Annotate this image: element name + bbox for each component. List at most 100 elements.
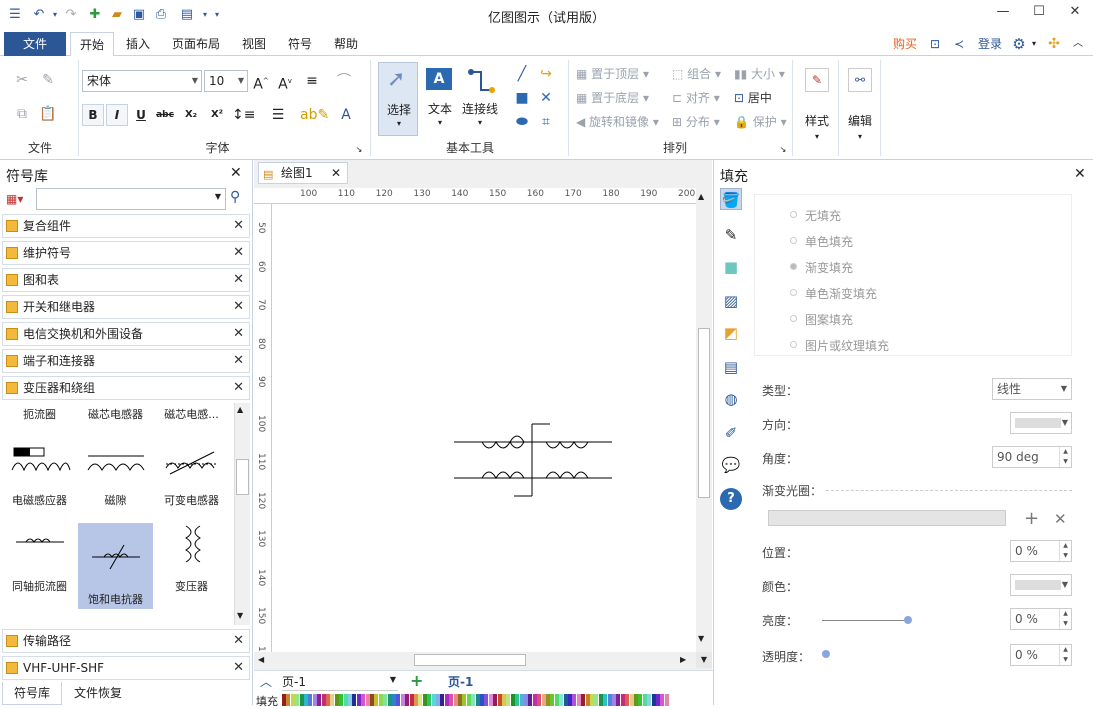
settings-gear-icon[interactable]: ⚙ — [1010, 32, 1028, 56]
color-swatch[interactable] — [427, 694, 432, 706]
color-swatch[interactable] — [546, 694, 550, 706]
color-swatch[interactable] — [607, 694, 612, 706]
gradient-stops-bar[interactable] — [768, 510, 1006, 526]
color-swatch[interactable] — [559, 694, 564, 706]
library-top-6[interactable]: 变压器和绕组 ✕ — [2, 376, 250, 400]
color-swatch[interactable] — [515, 694, 520, 706]
color-swatch[interactable] — [656, 694, 660, 706]
shape-magnetic-core-inductor-2[interactable]: 磁芯电感... — [154, 402, 229, 488]
page-list-icon[interactable]: ▤ — [720, 356, 742, 378]
curve-tool-icon[interactable]: ↪ — [536, 64, 556, 84]
image-icon[interactable]: ▨ — [720, 290, 742, 312]
color-swatch[interactable] — [396, 694, 401, 706]
color-swatch[interactable] — [528, 694, 533, 706]
close-library-icon[interactable]: ✕ — [233, 350, 244, 372]
color-swatch[interactable] — [651, 694, 656, 706]
color-swatch[interactable] — [339, 694, 344, 706]
close-panel-icon[interactable]: ✕ — [1074, 166, 1086, 182]
color-swatch[interactable] — [392, 694, 396, 706]
library-top-4[interactable]: 电信交换机和外围设备 ✕ — [2, 322, 250, 346]
copy-icon[interactable]: ⧉ — [12, 104, 32, 124]
cross-tool-icon[interactable]: ✕ — [536, 88, 556, 108]
scroll-up-icon[interactable]: ▲ — [237, 405, 243, 414]
file-menu-button[interactable]: 文件 — [4, 32, 66, 56]
color-swatch[interactable] — [576, 694, 581, 706]
color-swatch[interactable] — [594, 694, 599, 706]
scrollbar-thumb[interactable] — [414, 654, 526, 666]
color-swatch[interactable] — [449, 694, 454, 706]
color-swatch[interactable] — [418, 694, 423, 706]
settings-dropdown-icon[interactable]: ▾ — [1028, 32, 1040, 56]
collapse-ribbon-icon[interactable]: ︿ — [1068, 32, 1088, 56]
color-swatch[interactable] — [524, 694, 528, 706]
brightness-slider[interactable] — [822, 620, 908, 621]
minimize-icon[interactable]: — — [988, 4, 1018, 24]
protect-button[interactable]: 🔒 保护 ▾ — [734, 112, 787, 132]
rotate-mirror-button[interactable]: ◀ 旋转和镜像 ▾ — [576, 112, 659, 132]
color-swatch[interactable] — [334, 694, 339, 706]
color-swatch[interactable] — [616, 694, 621, 706]
spinner-icon[interactable]: ▲ ▼ — [1059, 447, 1071, 467]
color-swatch[interactable] — [348, 694, 352, 706]
arrange-dialog-launcher-icon[interactable]: ↘ — [778, 140, 788, 160]
horizontal-scrollbar[interactable]: ◀ ▶ — [254, 652, 696, 668]
gradient-type-select[interactable]: 线性 ▼ — [992, 378, 1072, 400]
remove-stop-icon[interactable]: ✕ — [1054, 510, 1067, 528]
close-library-icon[interactable]: ✕ — [233, 269, 244, 291]
app-store-icon[interactable]: ✣ — [1044, 32, 1064, 56]
highlight-icon[interactable]: ab✎ — [300, 105, 329, 125]
vertical-scrollbar[interactable]: ▲ ▼ — [696, 188, 712, 652]
color-swatch[interactable] — [550, 694, 555, 706]
line-spacing-icon[interactable]: ↕≡ — [232, 105, 255, 125]
page-tab[interactable]: 页-1 — [448, 673, 473, 690]
direction-select[interactable]: ▼ — [1010, 412, 1072, 434]
color-swatch[interactable] — [647, 694, 652, 706]
rectangle-tool-icon[interactable]: ■ — [512, 88, 532, 108]
color-swatch[interactable] — [541, 694, 546, 706]
text-tool-button[interactable]: A 文本 ▾ — [422, 62, 458, 136]
shape-variable-inductor[interactable]: 可变电感器 — [154, 488, 229, 574]
color-swatch[interactable] — [493, 694, 498, 706]
library-top-0[interactable]: 复合组件 ✕ — [2, 214, 250, 238]
tab-file-recovery[interactable]: 文件恢复 — [66, 682, 130, 705]
cut-icon[interactable]: ✂ — [12, 70, 32, 90]
library-menu-icon[interactable]: ▦▾ — [6, 192, 23, 206]
search-icon[interactable]: ⚲ — [230, 189, 240, 205]
color-swatch[interactable] — [480, 694, 484, 706]
scroll-down-icon[interactable]: ▼ — [237, 611, 243, 620]
tab-view[interactable]: 视图 — [236, 32, 272, 56]
font-name-select[interactable]: 宋体 ▼ — [82, 70, 202, 92]
scroll-down-icon[interactable]: ▼ — [698, 634, 704, 643]
login-link[interactable]: 登录 — [974, 32, 1006, 56]
tab-help[interactable]: 帮助 — [328, 32, 364, 56]
line-style-icon[interactable]: ✎ — [720, 224, 742, 246]
scroll-up-icon[interactable]: ▲ — [698, 192, 704, 201]
color-swatch[interactable] — [295, 694, 300, 706]
page-menu-icon[interactable]: ▼ — [696, 652, 712, 668]
color-swatch[interactable] — [572, 694, 577, 706]
library-bottom-0[interactable]: 传输路径 ✕ — [2, 629, 250, 653]
color-swatch[interactable] — [387, 694, 392, 706]
color-swatch[interactable] — [378, 694, 383, 706]
color-swatch[interactable] — [356, 694, 361, 706]
underline-button[interactable]: U — [130, 104, 152, 126]
strikethrough-button[interactable]: abc — [154, 104, 176, 126]
attachment-icon[interactable]: ✐ — [720, 422, 742, 444]
library-top-5[interactable]: 端子和连接器 ✕ — [2, 349, 250, 373]
shape-saturable-reactor[interactable]: 饱和电抗器 — [78, 523, 153, 609]
color-swatch[interactable] — [400, 694, 405, 706]
color-swatch[interactable] — [519, 694, 524, 706]
drawing-page[interactable] — [272, 204, 696, 652]
close-library-icon[interactable]: ✕ — [233, 630, 244, 652]
share-icon[interactable]: ≺ — [950, 32, 968, 56]
color-swatch[interactable] — [321, 694, 326, 706]
color-swatch[interactable] — [629, 694, 634, 706]
format-painter-icon[interactable]: ✎ — [38, 70, 58, 90]
color-swatch[interactable] — [312, 694, 317, 706]
color-swatch[interactable] — [453, 694, 458, 706]
color-swatch[interactable] — [326, 694, 330, 706]
close-library-icon[interactable]: ✕ — [233, 657, 244, 679]
scroll-right-icon[interactable]: ▶ — [680, 655, 686, 664]
group-button[interactable]: ⬚ 组合 ▾ — [672, 64, 721, 84]
color-swatch[interactable] — [502, 694, 506, 706]
